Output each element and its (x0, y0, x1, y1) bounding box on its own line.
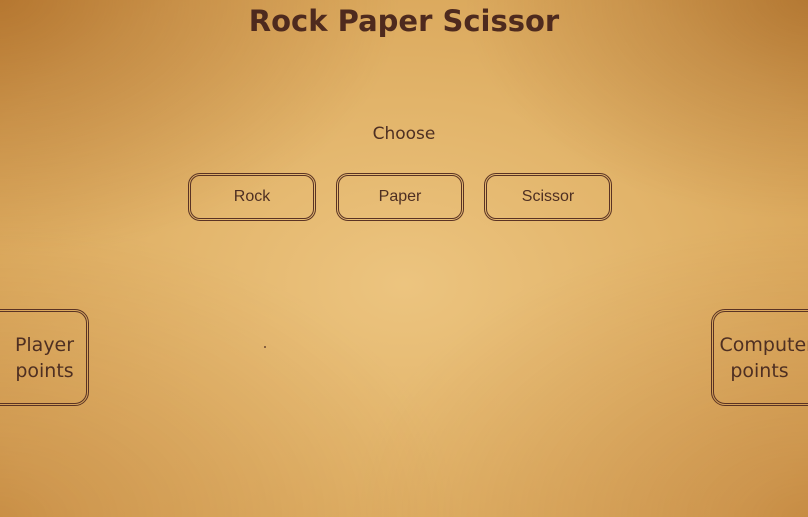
player-points-label: Player points (14, 333, 75, 382)
scissor-button[interactable]: Scissor (484, 173, 612, 221)
player-points-box: Player points (0, 309, 89, 406)
paper-button[interactable]: Paper (336, 173, 464, 221)
rock-button[interactable]: Rock (188, 173, 316, 221)
paper-speck-decoration (264, 346, 266, 348)
computer-points-box: Computer points (711, 309, 808, 406)
choice-button-group: Rock Paper Scissor (188, 173, 612, 221)
computer-points-label: Computer points (719, 333, 808, 382)
page-title: Rock Paper Scissor (248, 4, 560, 38)
choose-prompt: Choose (372, 124, 436, 144)
